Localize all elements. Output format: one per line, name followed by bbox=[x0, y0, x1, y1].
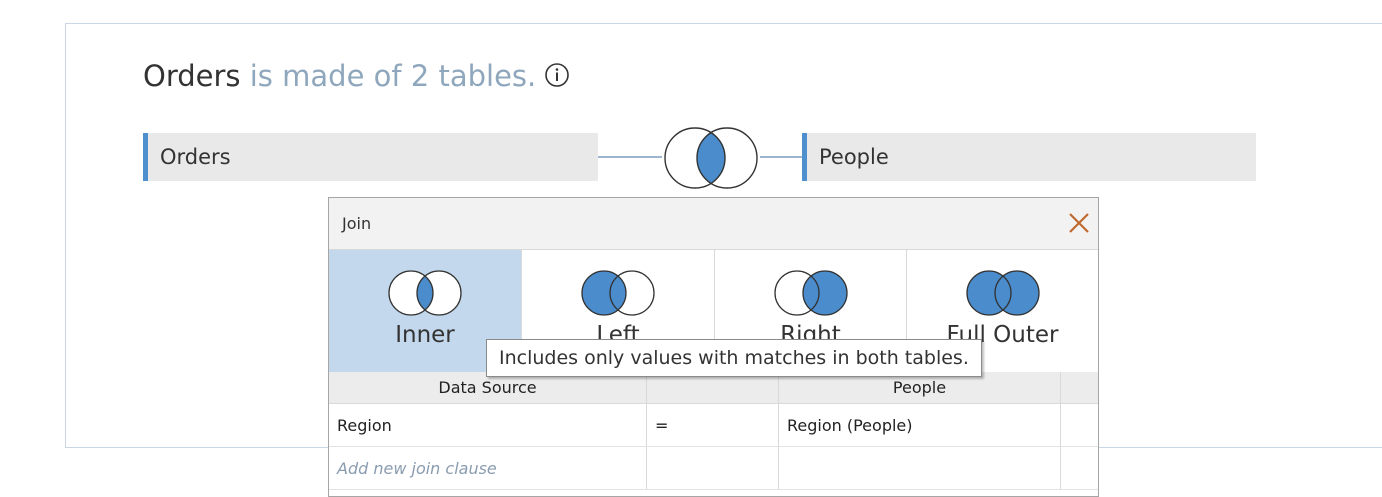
dialog-title: Join bbox=[342, 214, 372, 233]
clause-operator[interactable]: = bbox=[647, 404, 779, 446]
join-clause-row[interactable]: Region = Region (People) bbox=[329, 404, 1098, 447]
add-join-clause-cell: Add new join clause bbox=[329, 447, 647, 489]
data-source-name: Orders bbox=[143, 59, 241, 93]
inner-join-venn-icon[interactable] bbox=[661, 126, 761, 190]
empty-cell bbox=[647, 447, 779, 489]
full-outer-join-icon bbox=[965, 270, 1040, 316]
clause-left-field-label: Region bbox=[337, 416, 392, 435]
dialog-header: Join bbox=[329, 198, 1098, 250]
data-source-summary-text: is made of 2 tables. bbox=[240, 59, 537, 93]
empty-cell bbox=[1061, 447, 1098, 489]
close-icon[interactable] bbox=[1067, 211, 1091, 235]
join-connector-right bbox=[760, 156, 802, 158]
inner-join-icon bbox=[388, 270, 462, 316]
join-type-tooltip: Includes only values with matches in bot… bbox=[486, 339, 982, 377]
table-people-label: People bbox=[819, 145, 889, 169]
clause-right-field[interactable]: Region (People) bbox=[779, 404, 1061, 446]
add-join-clause-row: Add new join clause bbox=[329, 447, 1098, 490]
clause-row-extra bbox=[1061, 404, 1098, 446]
right-join-icon bbox=[773, 270, 848, 316]
data-source-summary: Orders is made of 2 tables. bbox=[143, 56, 570, 96]
table-orders-label: Orders bbox=[160, 145, 231, 169]
table-people[interactable]: People bbox=[802, 133, 1256, 181]
column-header-extra bbox=[1061, 372, 1098, 403]
info-icon[interactable] bbox=[544, 62, 570, 88]
join-connector-left bbox=[598, 156, 662, 158]
left-join-icon bbox=[581, 270, 655, 316]
empty-cell bbox=[779, 447, 1061, 489]
clause-right-field-label: Region (People) bbox=[787, 416, 913, 435]
table-orders[interactable]: Orders bbox=[143, 133, 598, 181]
clause-left-field[interactable]: Region bbox=[329, 404, 647, 446]
clause-operator-label: = bbox=[655, 416, 669, 435]
add-join-clause-link[interactable]: Add new join clause bbox=[329, 447, 646, 490]
